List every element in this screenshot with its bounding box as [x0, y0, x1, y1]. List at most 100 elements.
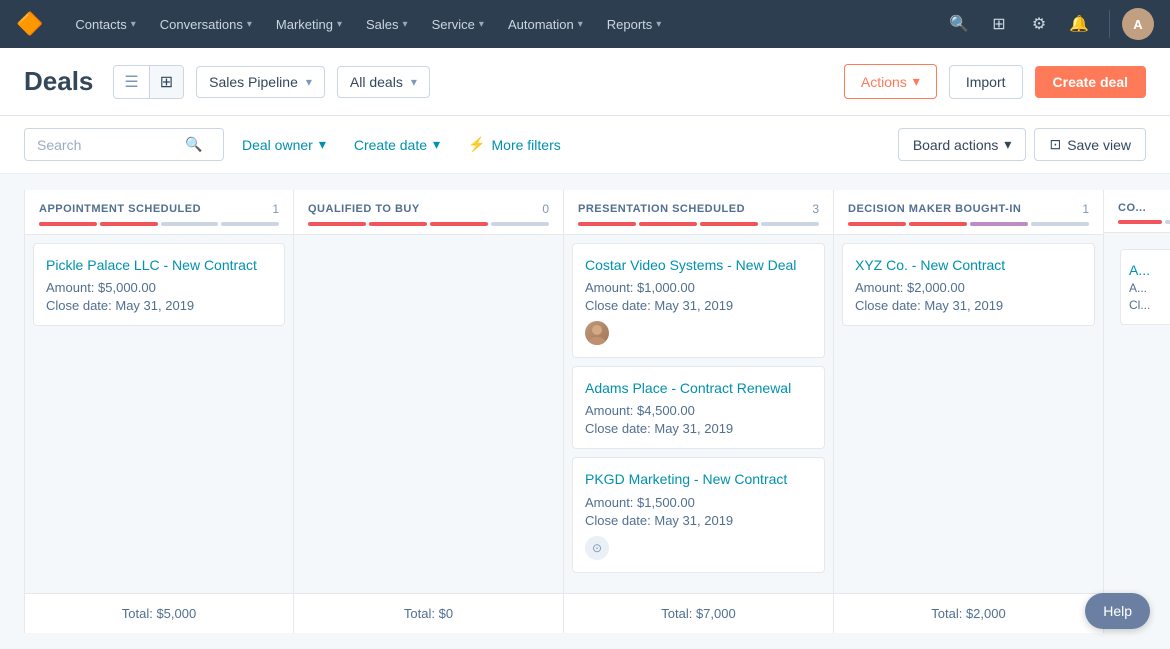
column-count: 3 — [812, 202, 819, 216]
deal-card[interactable]: Pickle Palace LLC - New Contract Amount:… — [33, 243, 285, 326]
filter-selector[interactable]: All deals ▾ — [337, 66, 430, 98]
search-icon[interactable]: 🔍 — [941, 6, 977, 42]
chevron-down-icon: ▾ — [403, 19, 408, 30]
chevron-down-icon: ▾ — [319, 136, 326, 153]
deal-owner-filter[interactable]: Deal owner ▾ — [232, 129, 336, 160]
column-progress — [39, 222, 279, 226]
nav-marketing[interactable]: Marketing ▾ — [264, 0, 354, 48]
deal-close-date: Close date: May 31, 2019 — [585, 421, 812, 436]
column-body: A... A... Cl... — [1104, 233, 1170, 633]
nav-reports[interactable]: Reports ▾ — [595, 0, 674, 48]
column-header: CO... — [1104, 190, 1170, 233]
progress-segment — [639, 222, 697, 226]
deal-amount: A... — [1129, 281, 1170, 295]
nav-service[interactable]: Service ▾ — [420, 0, 496, 48]
column-footer: Total: $2,000 — [834, 593, 1103, 633]
search-box: 🔍 — [24, 128, 224, 161]
chevron-down-icon: ▾ — [479, 19, 484, 30]
chevron-down-icon: ▾ — [578, 19, 583, 30]
view-toggle: ☰ ⊞ — [113, 65, 184, 99]
avatar[interactable]: A — [1122, 8, 1154, 40]
search-input[interactable] — [37, 137, 177, 153]
hubspot-logo[interactable]: 🔶 — [16, 11, 43, 37]
deal-close-date: Cl... — [1129, 298, 1170, 312]
deal-close-date: Close date: May 31, 2019 — [855, 298, 1082, 313]
help-button[interactable]: Help — [1085, 593, 1150, 629]
deal-card[interactable]: PKGD Marketing - New Contract Amount: $1… — [572, 457, 825, 572]
nav-conversations[interactable]: Conversations ▾ — [148, 0, 264, 48]
column-title: APPOINTMENT SCHEDULED — [39, 203, 201, 215]
chevron-down-icon: ▾ — [656, 19, 661, 30]
deal-amount: Amount: $4,500.00 — [585, 403, 812, 418]
chevron-down-icon: ▾ — [433, 136, 440, 153]
progress-segment — [491, 222, 549, 226]
deal-name: XYZ Co. - New Contract — [855, 256, 1082, 274]
save-view-button[interactable]: ⊡ Save view — [1034, 128, 1146, 161]
deal-amount: Amount: $5,000.00 — [46, 280, 272, 295]
column-qualified-to-buy: QUALIFIED TO BUY 0 Total: $0 — [294, 190, 564, 633]
deal-card[interactable]: XYZ Co. - New Contract Amount: $2,000.00… — [842, 243, 1095, 326]
nav-sales[interactable]: Sales ▾ — [354, 0, 420, 48]
column-count: 1 — [1082, 202, 1089, 216]
column-appointment-scheduled: APPOINTMENT SCHEDULED 1 Pickle Palace LL… — [24, 190, 294, 633]
actions-button[interactable]: Actions ▾ — [844, 64, 937, 99]
deal-amount: Amount: $1,500.00 — [585, 495, 812, 510]
board-columns: APPOINTMENT SCHEDULED 1 Pickle Palace LL… — [24, 190, 1170, 633]
chevron-down-icon: ▾ — [913, 73, 920, 90]
deal-close-date: Close date: May 31, 2019 — [585, 298, 812, 313]
page-title: Deals — [24, 66, 93, 97]
progress-segment — [578, 222, 636, 226]
column-progress — [848, 222, 1089, 226]
notifications-icon[interactable]: 🔔 — [1061, 6, 1097, 42]
column-header: QUALIFIED TO BUY 0 — [294, 190, 563, 235]
search-icon: 🔍 — [185, 136, 202, 153]
column-decision-maker-bought-in: DECISION MAKER BOUGHT-IN 1 XYZ Co. - New… — [834, 190, 1104, 633]
progress-segment — [100, 222, 158, 226]
deal-close-date: Close date: May 31, 2019 — [46, 298, 272, 313]
deal-amount: Amount: $2,000.00 — [855, 280, 1082, 295]
column-partial: CO... A... A... Cl... — [1104, 190, 1170, 633]
column-progress — [1118, 220, 1170, 224]
column-count: 1 — [272, 202, 279, 216]
progress-segment — [308, 222, 366, 226]
column-footer: Total: $5,000 — [25, 593, 293, 633]
deal-card[interactable]: Costar Video Systems - New Deal Amount: … — [572, 243, 825, 358]
deal-card-partial[interactable]: A... A... Cl... — [1120, 249, 1170, 325]
chevron-down-icon: ▾ — [131, 19, 136, 30]
top-navigation: 🔶 Contacts ▾ Conversations ▾ Marketing ▾… — [0, 0, 1170, 48]
deal-name: Pickle Palace LLC - New Contract — [46, 256, 272, 274]
deal-amount: Amount: $1,000.00 — [585, 280, 812, 295]
progress-segment — [1118, 220, 1162, 224]
deal-card[interactable]: Adams Place - Contract Renewal Amount: $… — [572, 366, 825, 449]
column-title: DECISION MAKER BOUGHT-IN — [848, 203, 1021, 215]
chevron-down-icon: ▾ — [337, 19, 342, 30]
create-date-filter[interactable]: Create date ▾ — [344, 129, 450, 160]
settings-icon[interactable]: ⚙ — [1021, 6, 1057, 42]
column-count: 0 — [542, 202, 549, 216]
board-view-button[interactable]: ⊞ — [150, 66, 183, 98]
list-view-button[interactable]: ☰ — [114, 66, 149, 98]
progress-segment — [909, 222, 967, 226]
progress-segment — [970, 222, 1028, 226]
nav-automation[interactable]: Automation ▾ — [496, 0, 595, 48]
nav-divider — [1109, 10, 1110, 38]
column-presentation-scheduled: PRESENTATION SCHEDULED 3 Costar Video Sy… — [564, 190, 834, 633]
progress-segment — [161, 222, 219, 226]
more-filters-button[interactable]: ⚡ More filters — [458, 129, 571, 160]
marketplace-icon[interactable]: ⊞ — [981, 6, 1017, 42]
board-actions-button[interactable]: Board actions ▾ — [898, 128, 1027, 161]
column-body: Costar Video Systems - New Deal Amount: … — [564, 235, 833, 593]
progress-segment — [848, 222, 906, 226]
progress-segment — [39, 222, 97, 226]
board-container: APPOINTMENT SCHEDULED 1 Pickle Palace LL… — [0, 174, 1170, 649]
column-header: APPOINTMENT SCHEDULED 1 — [25, 190, 293, 235]
deal-name: PKGD Marketing - New Contract — [585, 470, 812, 488]
chevron-down-icon: ▾ — [247, 19, 252, 30]
progress-segment — [221, 222, 279, 226]
chevron-down-icon: ▾ — [306, 75, 312, 89]
filter-bar: 🔍 Deal owner ▾ Create date ▾ ⚡ More filt… — [0, 116, 1170, 174]
nav-contacts[interactable]: Contacts ▾ — [63, 0, 147, 48]
create-deal-button[interactable]: Create deal — [1035, 66, 1146, 98]
pipeline-selector[interactable]: Sales Pipeline ▾ — [196, 66, 325, 98]
import-button[interactable]: Import — [949, 65, 1023, 99]
